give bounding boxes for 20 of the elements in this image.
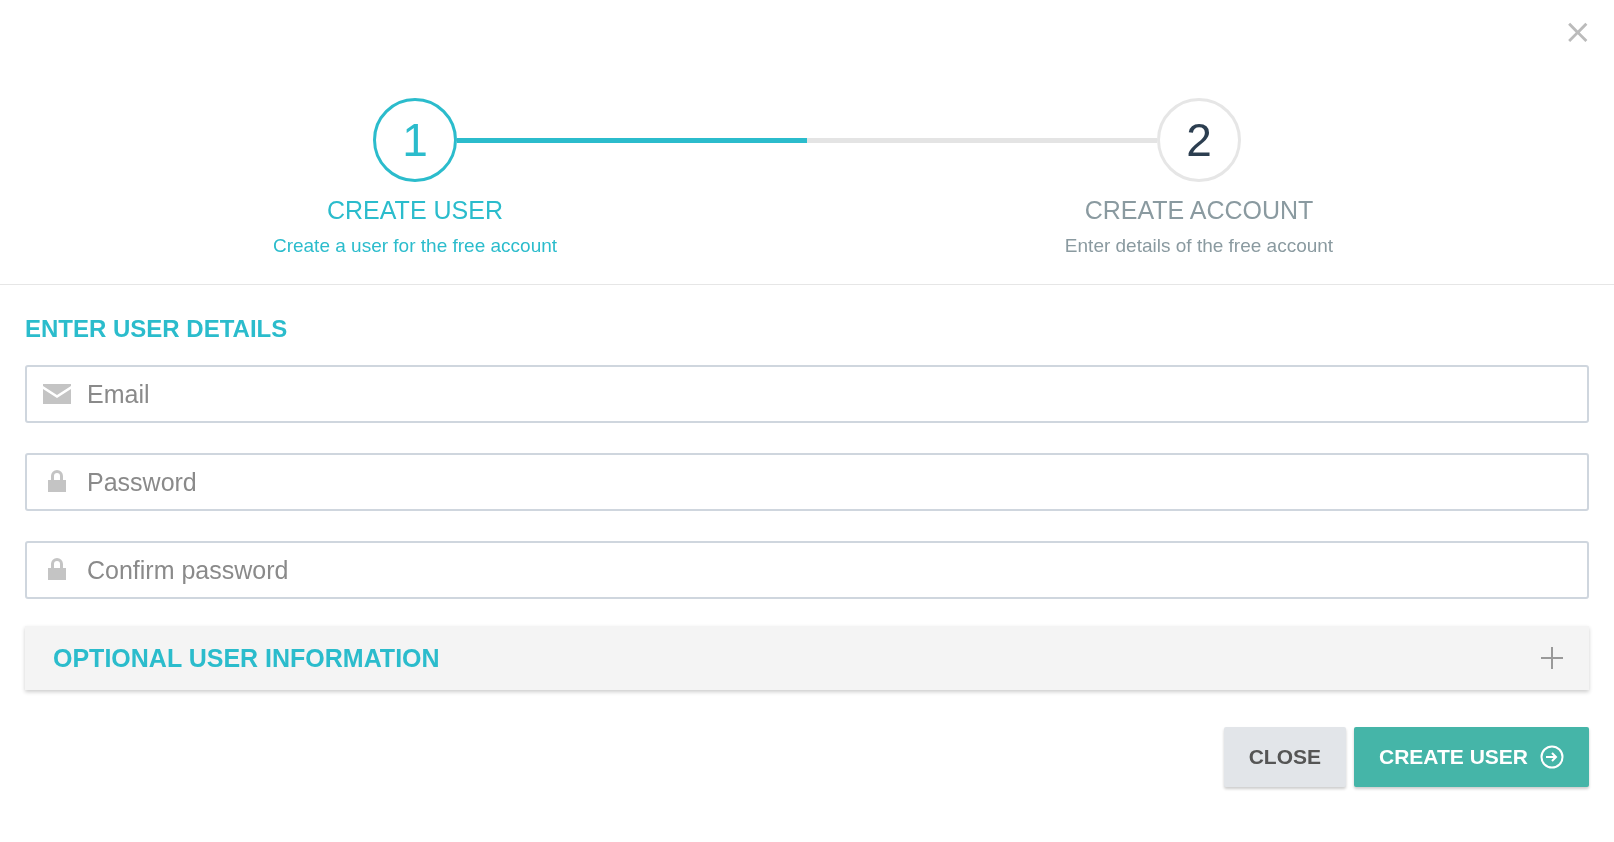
lock-icon	[47, 558, 67, 580]
step-title: CREATE USER	[327, 196, 503, 225]
input-field[interactable]: Password	[25, 453, 1589, 511]
step-number: 2	[1157, 98, 1241, 182]
lock-icon	[47, 470, 67, 492]
panel-title: OPTIONAL USER INFORMATION	[53, 643, 440, 673]
plus-icon	[1541, 647, 1563, 669]
input-field[interactable]: Email	[25, 365, 1589, 423]
close-button[interactable]: ×	[1563, 16, 1592, 40]
close-button[interactable]: CLOSE	[1223, 727, 1347, 787]
collapsible-panel[interactable]: OPTIONAL USER INFORMATION	[25, 626, 1589, 690]
step-subtitle: Create a user for the free account	[272, 235, 558, 257]
section-title: ENTER USER DETAILS	[25, 315, 289, 343]
step-title: CREATE ACCOUNT	[1084, 196, 1314, 225]
create-user-button[interactable]: CREATE USER	[1354, 727, 1589, 787]
arrow-circle-icon	[1540, 745, 1564, 769]
step-subtitle: Enter details of the free account	[1064, 235, 1334, 257]
envelope-icon	[43, 384, 71, 404]
step-number: 1	[373, 98, 457, 182]
input-field[interactable]: Confirm password	[25, 541, 1589, 599]
